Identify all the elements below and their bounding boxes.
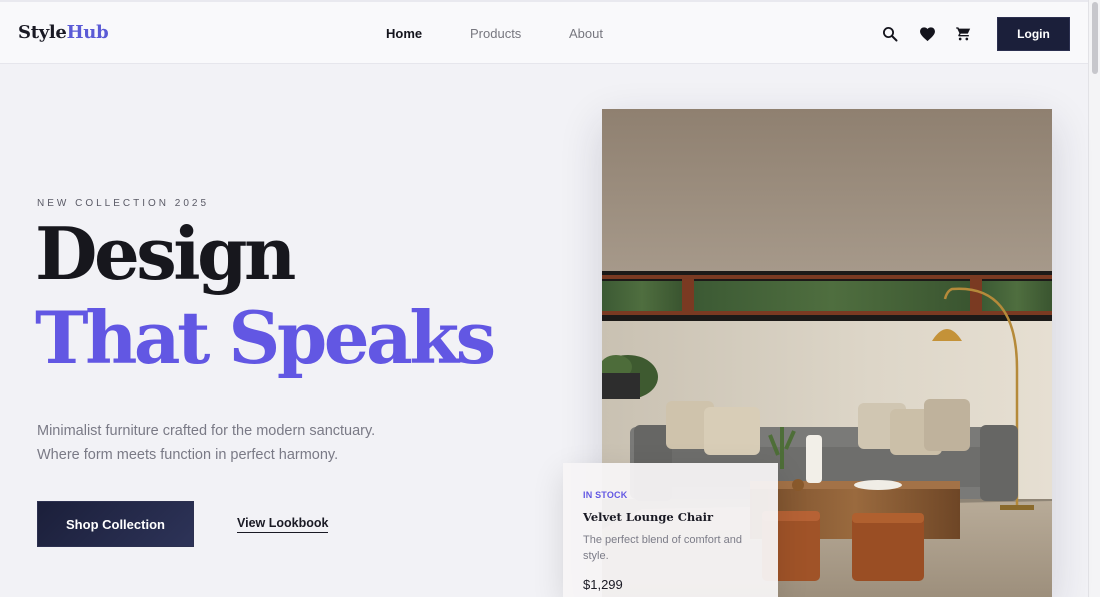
site-header: StyleHub Home Products About Login	[0, 0, 1088, 64]
hero-description: Minimalist furniture crafted for the mod…	[37, 419, 417, 467]
logo-text-primary: Style	[18, 22, 67, 43]
product-title: Velvet Lounge Chair	[583, 510, 714, 524]
logo-text-accent: Hub	[66, 22, 109, 43]
product-description: The perfect blend of comfort and style.	[583, 534, 742, 562]
shop-collection-button[interactable]: Shop Collection	[37, 501, 194, 547]
search-icon[interactable]	[880, 24, 900, 44]
hero-description-line1: Minimalist furniture crafted for the mod…	[37, 423, 376, 439]
hero-headline-line2: That Speaks	[35, 295, 496, 380]
stock-badge: IN STOCK	[583, 490, 628, 500]
scrollbar-thumb[interactable]	[1092, 2, 1098, 74]
product-card[interactable]: IN STOCK Velvet Lounge Chair The perfect…	[563, 463, 778, 597]
heart-icon[interactable]	[917, 24, 937, 44]
hero-description-line2: Where form meets function in perfect har…	[37, 447, 339, 463]
hero-headline-line1: Design	[35, 211, 296, 296]
nav-products[interactable]: Products	[470, 26, 521, 41]
nav-about[interactable]: About	[569, 26, 603, 41]
nav-home[interactable]: Home	[386, 26, 422, 41]
hero-eyebrow: NEW COLLECTION 2025	[37, 198, 210, 209]
cart-icon[interactable]	[953, 24, 973, 44]
login-button[interactable]: Login	[997, 17, 1070, 51]
logo[interactable]: StyleHub	[18, 22, 109, 43]
scrollbar[interactable]	[1088, 0, 1100, 597]
view-lookbook-link[interactable]: View Lookbook	[237, 516, 329, 533]
product-price: $1,299	[583, 577, 623, 592]
